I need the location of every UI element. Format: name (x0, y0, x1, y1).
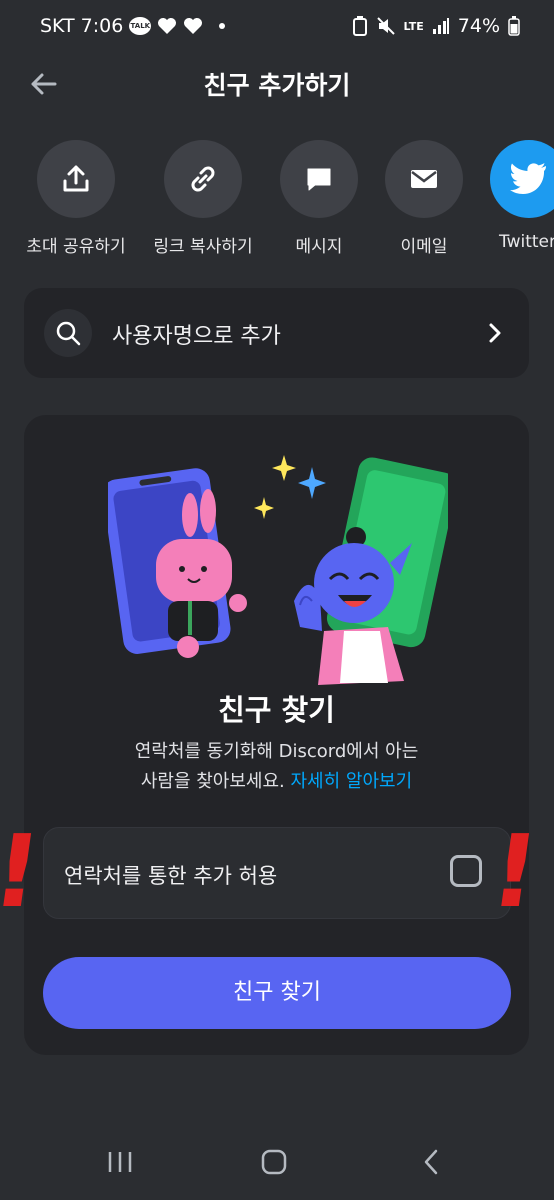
message-label: 메시지 (295, 237, 343, 257)
share-invite-label: 초대 공유하기 (26, 237, 126, 257)
chat-bubble-icon (307, 168, 331, 191)
copy-link-circle (164, 140, 242, 218)
email-button[interactable]: 이메일 (364, 140, 484, 257)
add-by-username-label: 사용자명으로 추가 (112, 324, 281, 349)
system-navigation-bar (0, 1130, 554, 1200)
header: 친구 추가하기 (0, 60, 554, 110)
notification-dot-icon (219, 23, 226, 29)
status-bar: SKT 7:06 TALK LTE 74% (0, 0, 554, 56)
clock: 7:06 (80, 15, 124, 37)
message-button[interactable]: 메시지 (259, 140, 379, 257)
network-type: LTE (403, 19, 424, 33)
signal-icon (432, 18, 449, 34)
find-friends-card: 친구 찾기 연락처를 동기화해 Discord에서 아는 사람을 찾아보세요. … (24, 415, 529, 1055)
description-line-1: 연락처를 동기화해 Discord에서 아는 (134, 741, 419, 762)
home-button[interactable] (260, 1148, 288, 1180)
chevron-left-icon (424, 1149, 438, 1175)
copy-link-label: 링크 복사하기 (153, 237, 253, 257)
twitter-bird-icon (510, 163, 546, 194)
recent-apps-button[interactable] (106, 1148, 134, 1180)
chevron-right-icon (489, 323, 501, 343)
find-friends-description: 연락처를 동기화해 Discord에서 아는 사람을 찾아보세요. 자세히 알아… (24, 737, 529, 797)
heart-icon (184, 18, 203, 34)
description-line-2-wrap: 사람을 찾아보세요. 자세히 알아보기 (24, 767, 529, 797)
email-label: 이메일 (400, 237, 448, 257)
twitter-button[interactable]: Twitter (469, 140, 554, 252)
learn-more-link[interactable]: 자세히 알아보기 (291, 771, 413, 792)
contact-sync-checkbox[interactable] (450, 855, 482, 887)
contact-sync-label: 연락처를 통한 추가 허용 (64, 864, 278, 888)
system-back-button[interactable] (418, 1148, 446, 1180)
battery-icon (508, 16, 520, 36)
link-icon (191, 166, 215, 192)
talk-notification-icon: TALK (129, 17, 152, 35)
friends-illustration (108, 455, 448, 685)
description-line-2: 사람을 찾아보세요. (140, 771, 285, 792)
recent-apps-icon (108, 1152, 132, 1172)
page-title: 친구 추가하기 (203, 71, 351, 100)
battery-percent: 74% (457, 15, 500, 37)
mute-icon (376, 17, 395, 35)
add-by-username-row[interactable]: 사용자명으로 추가 (24, 288, 529, 378)
share-invite-circle (37, 140, 115, 218)
status-bar-right: LTE 74% (352, 15, 520, 37)
contact-sync-toggle-row[interactable]: 연락처를 통한 추가 허용 (43, 827, 511, 919)
find-friends-title: 친구 찾기 (218, 693, 335, 727)
share-options-row: 초대 공유하기 링크 복사하기 메시지 이메일 Twitter (0, 140, 554, 270)
recycle-icon (352, 16, 367, 36)
carrier-label: SKT (40, 15, 75, 37)
message-circle (280, 140, 358, 218)
share-upload-icon (63, 165, 89, 192)
status-bar-left: SKT 7:06 TALK (40, 15, 226, 37)
twitter-circle (490, 140, 554, 218)
find-friends-button[interactable]: 친구 찾기 (43, 957, 511, 1029)
home-icon (261, 1149, 287, 1175)
email-circle (385, 140, 463, 218)
envelope-icon (411, 170, 437, 188)
search-icon-wrap (44, 309, 92, 357)
copy-link-button[interactable]: 링크 복사하기 (143, 140, 263, 257)
search-icon (56, 321, 81, 346)
heart-icon (158, 18, 177, 34)
twitter-label: Twitter (499, 232, 554, 252)
share-invite-button[interactable]: 초대 공유하기 (16, 140, 136, 257)
